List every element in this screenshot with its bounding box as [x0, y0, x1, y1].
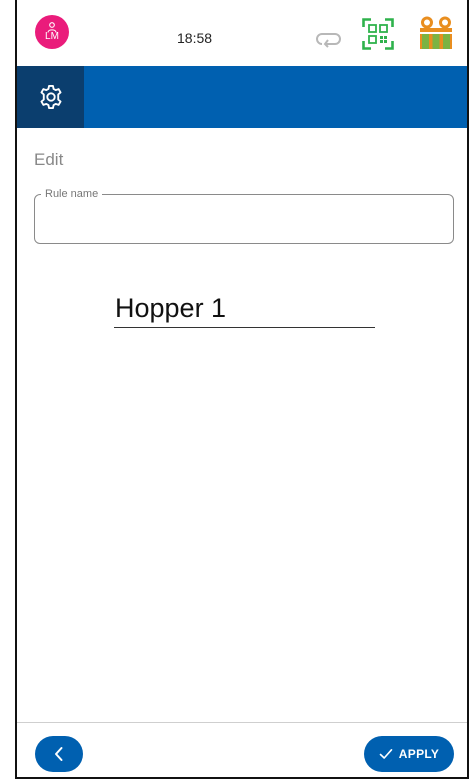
footer-divider	[17, 722, 467, 723]
rule-display-value[interactable]: Hopper 1	[114, 292, 375, 328]
clock: 18:58	[177, 30, 213, 46]
header-bar	[17, 66, 467, 128]
avatar-initials: LM	[45, 31, 59, 42]
back-button[interactable]	[35, 736, 83, 772]
app-frame: LM 18:58 Edit Rule name Hopper 1 APPLY	[15, 0, 469, 779]
rule-name-input[interactable]	[45, 211, 445, 237]
apply-button[interactable]: APPLY	[364, 736, 454, 772]
chevron-left-icon	[55, 747, 63, 761]
apply-label: APPLY	[398, 747, 440, 761]
cabinet-icon[interactable]	[418, 16, 454, 50]
user-avatar[interactable]: LM	[35, 15, 69, 49]
status-bar: LM 18:58	[17, 0, 467, 66]
rule-name-label: Rule name	[41, 187, 103, 201]
settings-tab[interactable]	[17, 66, 84, 128]
page-title: Edit	[34, 150, 64, 169]
gear-icon	[40, 84, 61, 110]
rule-name-field[interactable]: Rule name	[34, 187, 454, 244]
qr-code-icon[interactable]	[362, 18, 394, 50]
checkmark-icon	[379, 749, 393, 759]
sync-icon[interactable]	[313, 30, 343, 48]
